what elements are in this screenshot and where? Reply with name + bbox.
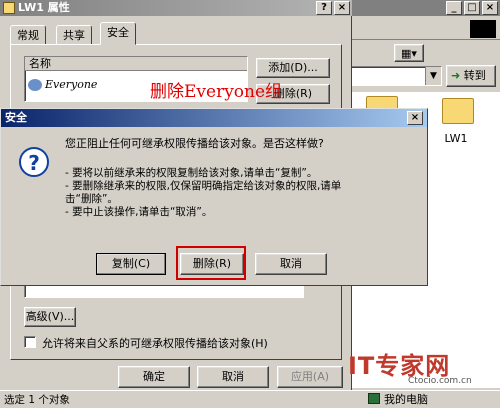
list-header-name[interactable]: 名称 <box>25 57 247 71</box>
close-button[interactable]: × <box>407 111 423 125</box>
security-dialog-title: 安全 <box>5 111 27 124</box>
folder-lw1-icon[interactable] <box>442 98 474 124</box>
properties-title: LW1 属性 <box>18 1 70 14</box>
dialog-cancel-button[interactable]: 取消 <box>255 253 327 275</box>
close-button[interactable]: × <box>482 1 498 15</box>
tab-security[interactable]: 安全 <box>100 22 136 45</box>
permissions-list[interactable] <box>24 284 304 298</box>
tab-general[interactable]: 常规 <box>10 25 46 45</box>
computer-icon <box>368 393 380 404</box>
dialog-line: - 要将以前继承来的权限复制给该对象,请单击“复制”。 <box>65 167 318 179</box>
allow-inherit-checkbox[interactable] <box>24 336 36 348</box>
dialog-question: 您正阻止任何可继承权限传播给该对象。是否这样做? <box>65 137 324 150</box>
security-dialog-titlebar: 安全 <box>1 109 427 127</box>
add-button[interactable]: 添加(D)... <box>256 58 330 78</box>
apply-button[interactable]: 应用(A) <box>277 366 343 388</box>
users-group-icon <box>28 79 42 91</box>
dialog-line: 击“删除”。 <box>65 193 118 205</box>
properties-titlebar: LW1 属性 <box>0 0 352 16</box>
highlight-box <box>176 246 246 280</box>
dialog-line: - 要删除继承来的权限,仅保留明确指定给该对象的权限,请单 <box>65 180 342 192</box>
status-location-text: 我的电脑 <box>384 393 428 406</box>
cancel-button[interactable]: 取消 <box>197 366 269 388</box>
goto-button[interactable]: ➜ 转到 <box>446 65 496 87</box>
allow-inherit-label: 允许将来自父系的可继承权限传播给该对象(H) <box>42 337 268 350</box>
ok-button[interactable]: 确定 <box>118 366 190 388</box>
dialog-line: - 要中止该操作,请单击“取消”。 <box>65 206 213 218</box>
annotation-text: 删除Everyone组 <box>150 82 283 102</box>
watermark-url: Ctocio.com.cn <box>408 376 472 386</box>
goto-label: 转到 <box>463 69 486 82</box>
advanced-button[interactable]: 高级(V)... <box>24 307 76 327</box>
windows-logo-icon <box>470 20 496 38</box>
goto-arrow-icon: ➜ <box>451 69 461 82</box>
help-button[interactable]: ? <box>316 1 332 15</box>
chevron-down-icon[interactable]: ▼ <box>425 67 441 85</box>
status-selection-text: 选定 1 个对象 <box>4 394 70 406</box>
address-bar[interactable]: ▼ <box>350 66 442 86</box>
tab-sharing[interactable]: 共享 <box>56 25 92 45</box>
folder-icon <box>3 2 15 14</box>
minimize-button[interactable]: _ <box>446 1 462 15</box>
maximize-button[interactable]: □ <box>464 1 480 15</box>
copy-button[interactable]: 复制(C) <box>96 253 166 275</box>
view-menu-button[interactable]: ▦▾ <box>394 44 424 62</box>
close-button[interactable]: × <box>334 1 350 15</box>
folder-lw1-label[interactable]: LW1 <box>436 132 476 145</box>
question-icon: ? <box>19 147 49 177</box>
user-name: Everyone <box>45 78 98 91</box>
